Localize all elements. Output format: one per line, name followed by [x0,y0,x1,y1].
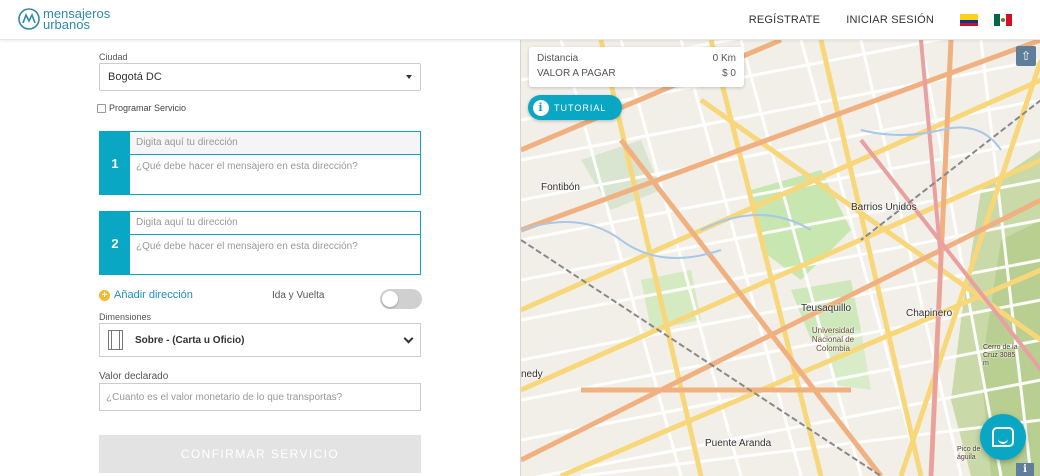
schedule-service-label: Programar Servicio [109,103,187,113]
round-trip-toggle[interactable] [380,289,422,309]
city-label: Ciudad [99,52,128,62]
expand-map-icon[interactable]: ⇧ [1016,46,1036,66]
add-address-label: Añadir dirección [114,289,193,301]
place-label: Universidad Nacional de Colombia [811,326,855,353]
distance-label: Distancia [537,53,579,64]
schedule-service-checkbox[interactable] [97,103,106,113]
task-input[interactable]: ¿Qué debe hacer el mensajero en esta dir… [130,155,420,194]
price-value: $ 0 [722,68,736,79]
address-input[interactable]: Digita aquí tu dirección [130,212,420,235]
address-block-1: 1 Digita aquí tu dirección ¿Qué debe hac… [99,131,421,195]
dimensions-label: Dimensiones [99,312,152,322]
distance-value: 0 Km [712,53,736,64]
tutorial-button[interactable]: i TUTORIAL [528,95,622,120]
tutorial-label: TUTORIAL [554,102,607,113]
map-view[interactable]: Fontibón Barrios Unidos Teusaquillo Chap… [520,40,1040,476]
round-trip-label: Ida y Vuelta [272,290,325,301]
mensajeros-logo-icon [18,8,40,30]
place-label: Teusaquillo [801,303,852,314]
top-navbar: mensajeros urbanos REGÍSTRATE INICIAR SE… [0,0,1040,40]
place-label: Chapinero [906,308,953,319]
city-select-value: Bogotá DC [108,71,162,83]
schedule-service-row[interactable]: Programar Servicio [97,103,186,113]
login-link[interactable]: INICIAR SESIÓN [846,14,934,26]
place-label: Cerro de la Cruz 3085 m [983,344,1018,367]
route-summary-box: Distancia 0 Km VALOR A PAGAR $ 0 [529,47,744,87]
nav-links: REGÍSTRATE INICIAR SESIÓN [749,0,1040,40]
distance-row: Distancia 0 Km [537,51,736,66]
envelope-icon [108,330,123,350]
address-number-badge: 2 [100,212,130,274]
place-label: nedy [521,369,543,380]
map-attribution-icon[interactable]: i [1016,463,1034,476]
confirm-service-button[interactable]: CONFIRMAR SERVICIO [99,435,421,473]
brand-logo[interactable]: mensajeros urbanos [18,7,110,31]
address-block-2: 2 Digita aquí tu dirección ¿Qué debe hac… [99,211,421,275]
dimensions-select[interactable]: Sobre - (Carta u Oficio) [99,323,421,357]
price-row: VALOR A PAGAR $ 0 [537,66,736,81]
place-label: Fontibón [541,182,580,193]
mexico-flag-icon[interactable] [994,14,1012,26]
brand-name: mensajeros urbanos [43,7,110,31]
register-link[interactable]: REGÍSTRATE [749,14,820,26]
place-label: Puente Aranda [705,438,772,449]
caret-down-icon [406,75,412,79]
address-fields: Digita aquí tu dirección ¿Qué debe hacer… [130,132,420,194]
declared-value-input[interactable]: ¿Cuanto es el valor monetario de lo que … [99,383,421,411]
price-label: VALOR A PAGAR [537,68,616,79]
place-label: Barrios Unidos [851,202,917,213]
dimensions-value: Sobre - (Carta u Oficio) [135,334,245,346]
task-input[interactable]: ¿Qué debe hacer el mensajero en esta dir… [130,235,420,274]
chat-button[interactable] [980,414,1026,460]
chat-icon [992,427,1014,447]
address-input[interactable]: Digita aquí tu dirección [130,132,420,155]
chevron-down-icon [403,333,414,343]
city-select[interactable]: Bogotá DC [99,63,421,91]
plus-icon: + [99,289,110,301]
colombia-flag-icon[interactable] [960,14,978,26]
add-address-button[interactable]: + Añadir dirección [99,289,193,301]
info-icon: i [533,99,549,116]
address-fields: Digita aquí tu dirección ¿Qué debe hacer… [130,212,420,274]
address-number-badge: 1 [100,132,130,194]
declared-value-label: Valor declarado [99,371,169,382]
